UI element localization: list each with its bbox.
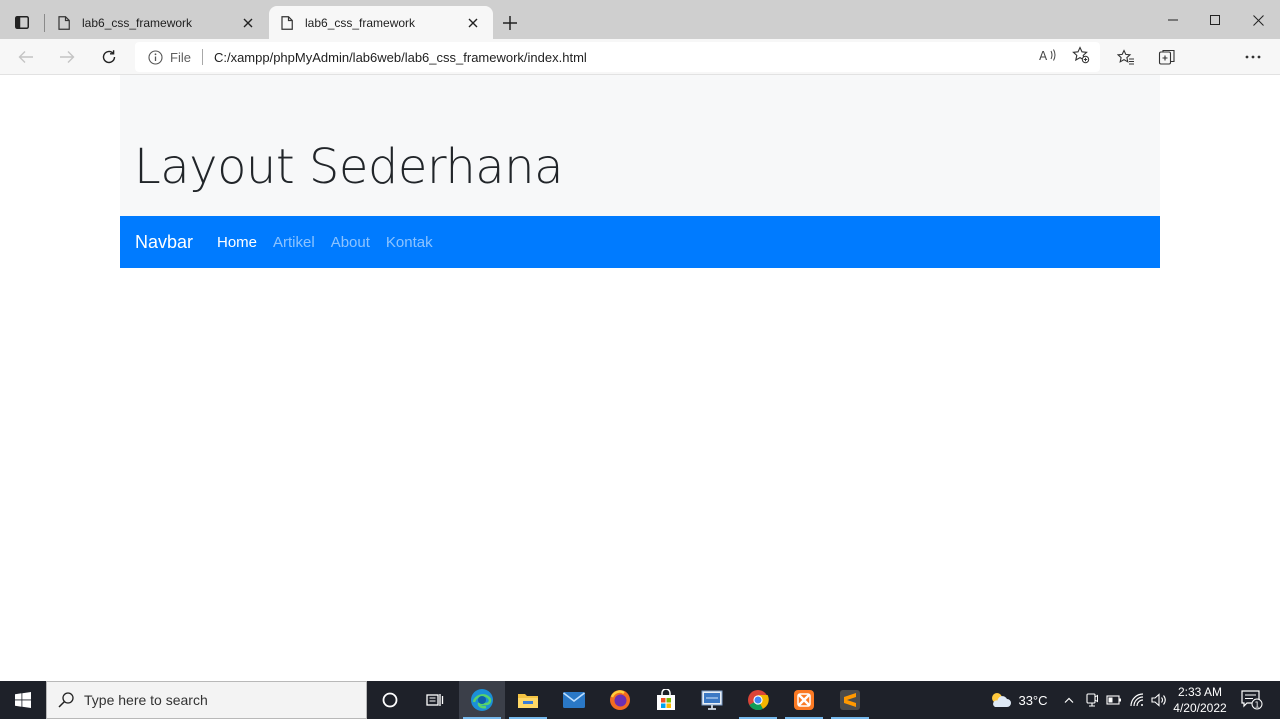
wifi-icon[interactable] <box>1128 681 1146 719</box>
volume-icon[interactable] <box>1149 681 1169 719</box>
browser-toolbar: File C:/xampp/phpMyAdmin/lab6web/lab6_cs… <box>0 39 1280 108</box>
read-aloud-icon[interactable]: A <box>1039 46 1057 64</box>
chrome-icon[interactable] <box>735 681 781 719</box>
close-tab-icon[interactable] <box>238 13 258 33</box>
nav-links: Home Artikel About Kontak <box>217 234 449 251</box>
jumbotron: Layout Sederhana <box>120 75 1160 216</box>
tab-actions-icon[interactable] <box>8 8 36 36</box>
search-placeholder: Type here to search <box>84 692 208 708</box>
windows-start-icon[interactable] <box>0 681 46 719</box>
notification-count: 1 <box>1254 701 1259 710</box>
tab-title: lab6_css_framework <box>305 15 416 30</box>
info-icon[interactable] <box>147 49 163 65</box>
edge-icon[interactable] <box>459 681 505 719</box>
refresh-icon[interactable] <box>95 43 123 71</box>
task-view-icon[interactable] <box>412 681 458 719</box>
nav-link-home[interactable]: Home <box>217 234 257 251</box>
nav-link-kontak[interactable]: Kontak <box>386 234 433 251</box>
taskbar-search-box[interactable]: Type here to search <box>46 681 367 719</box>
nav-link-artikel[interactable]: Artikel <box>273 234 315 251</box>
forward-icon[interactable] <box>53 43 81 71</box>
battery-icon[interactable] <box>1104 681 1124 719</box>
navbar-brand[interactable]: Navbar <box>135 232 193 253</box>
page-heading: Layout Sederhana <box>134 139 564 195</box>
collections-icon[interactable] <box>1157 47 1177 67</box>
close-window-icon[interactable] <box>1236 6 1280 34</box>
tab-separator <box>44 14 45 32</box>
svg-text:A: A <box>1039 49 1048 62</box>
weather-temperature[interactable]: 33°C <box>1014 681 1052 719</box>
new-tab-icon[interactable] <box>498 11 522 35</box>
more-options-icon[interactable] <box>1243 47 1263 67</box>
store-icon[interactable] <box>643 681 689 719</box>
address-separator <box>201 49 203 65</box>
file-explorer-icon[interactable] <box>505 681 551 719</box>
search-icon <box>57 691 75 709</box>
address-bar[interactable]: File C:/xampp/phpMyAdmin/lab6web/lab6_cs… <box>135 42 1100 72</box>
add-favorite-icon[interactable] <box>1072 46 1090 64</box>
windows-taskbar: Type here to search 33°C 2:33 AM 4/20/20… <box>0 681 1280 719</box>
show-hidden-icons-icon[interactable] <box>1061 681 1077 719</box>
clock-date: 4/20/2022 <box>1173 701 1227 715</box>
maximize-icon[interactable] <box>1193 6 1237 34</box>
mail-icon[interactable] <box>551 681 597 719</box>
taskbar-clock[interactable]: 2:33 AM 4/20/2022 <box>1170 684 1230 716</box>
sublime-text-icon[interactable] <box>827 681 873 719</box>
weather-icon[interactable] <box>988 681 1012 719</box>
page-icon <box>56 15 72 31</box>
browser-tab-1[interactable]: lab6_css_framework <box>46 6 268 39</box>
clock-time: 2:33 AM <box>1177 685 1223 699</box>
page-viewport: Layout Sederhana Navbar Home Artikel Abo… <box>0 75 1280 681</box>
page-icon <box>279 15 295 31</box>
firefox-icon[interactable] <box>597 681 643 719</box>
xampp-icon[interactable] <box>781 681 827 719</box>
cortana-icon[interactable] <box>367 681 413 719</box>
close-tab-icon[interactable] <box>463 13 483 33</box>
browser-tab-strip: lab6_css_framework lab6_css_framework <box>0 0 1280 39</box>
temperature-text: 33°C <box>1018 692 1048 708</box>
remote-desktop-icon[interactable] <box>689 681 735 719</box>
navbar: Navbar Home Artikel About Kontak <box>120 216 1160 268</box>
url-text[interactable]: C:/xampp/phpMyAdmin/lab6web/lab6_css_fra… <box>214 50 587 65</box>
tab-title: lab6_css_framework <box>82 15 193 30</box>
scheme-label: File <box>170 49 191 65</box>
minimize-icon[interactable] <box>1151 6 1195 34</box>
favorites-icon[interactable] <box>1116 47 1136 67</box>
meet-now-icon[interactable] <box>1084 681 1100 719</box>
notification-center-icon[interactable]: 1 <box>1238 681 1266 719</box>
back-icon[interactable] <box>12 43 40 71</box>
browser-tab-2[interactable]: lab6_css_framework <box>269 6 493 39</box>
nav-link-about[interactable]: About <box>331 234 370 251</box>
